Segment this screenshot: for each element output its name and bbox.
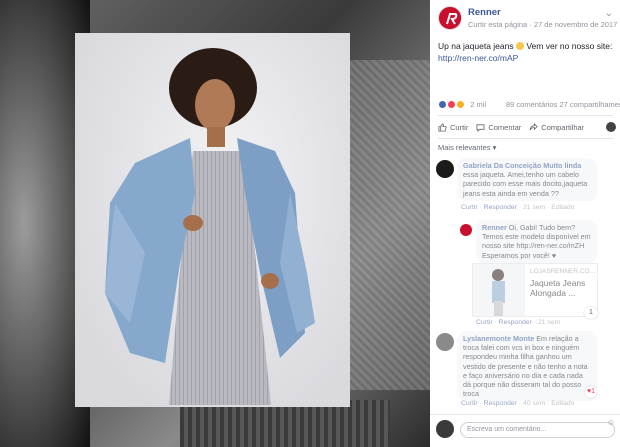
comment-bubble: Lyslanemonte Monte Em relação a troca fa…: [457, 331, 597, 402]
divider: [438, 115, 613, 116]
love-reaction-icon: [447, 100, 457, 109]
avatar[interactable]: [436, 333, 454, 351]
link-preview-card[interactable]: LOJASRENNER.CO... Jaqueta Jeans Alongada…: [472, 263, 598, 317]
page-avatar[interactable]: [438, 6, 462, 30]
background-knit: [180, 400, 390, 447]
share-icon: [529, 122, 538, 130]
post-link[interactable]: http://ren-ner.co/mAP: [438, 52, 613, 64]
avatar[interactable]: [606, 122, 616, 132]
comment-composer: Escreva um comentário... ☺: [430, 414, 620, 447]
comment-input[interactable]: Escreva um comentário...: [460, 422, 615, 438]
comment-meta: Curtir · Responder · 21 sem · Editado: [461, 204, 575, 211]
post-header: Renner Curtir esta página · 27 de novemb…: [438, 6, 620, 34]
avatar[interactable]: [460, 224, 472, 236]
emoji-icon[interactable]: ☺: [607, 418, 615, 427]
wow-reaction-icon: [456, 100, 466, 109]
reaction-count[interactable]: 2 mil: [470, 100, 486, 109]
comment-button[interactable]: Comentar: [476, 123, 521, 132]
thumbs-up-icon: [438, 122, 447, 132]
comment-icon: [476, 123, 485, 132]
reactions-bar[interactable]: 2 mil 89 comentários 27 compartilhamento…: [438, 100, 620, 112]
model-illustration: [105, 48, 315, 405]
page-name[interactable]: Renner: [468, 7, 501, 18]
love-count-badge[interactable]: ♥1: [585, 386, 597, 398]
post-stats[interactable]: 89 comentários 27 compartilhamentos: [506, 100, 620, 109]
post-photo[interactable]: [75, 33, 350, 407]
smile-emoji-icon: [516, 42, 524, 50]
divider: [438, 138, 613, 139]
comment-sort-dropdown[interactable]: Mais relevantes ▾: [438, 143, 496, 152]
comment-meta: Curtir · Responder · 21 sem: [476, 319, 561, 326]
like-reaction-icon: [438, 100, 447, 109]
comment-meta: Curtir · Responder · 40 sem · Editado: [461, 400, 575, 407]
photo-viewer: [0, 0, 430, 447]
avatar[interactable]: [436, 160, 454, 178]
chevron-down-icon[interactable]: ⌄: [605, 8, 613, 19]
comment-bubble: Gabriela Da Conceição Muito linda essa j…: [457, 158, 597, 201]
post-actions: Curtir Comentar Compartilhar: [438, 119, 616, 135]
share-button[interactable]: Compartilhar: [529, 122, 584, 132]
post-meta: Curtir esta página · 27 de novembro de 2…: [468, 20, 620, 29]
like-count-badge[interactable]: 1: [584, 307, 598, 319]
post-text: Up na jaqueta jeans Vem ver no nosso sit…: [438, 41, 613, 64]
card-thumbnail: [473, 264, 525, 316]
avatar: [436, 420, 454, 438]
like-button[interactable]: Curtir: [438, 123, 468, 132]
comment-bubble: Renner Oi, Gabi! Tudo bem? Temos este mo…: [476, 220, 597, 263]
